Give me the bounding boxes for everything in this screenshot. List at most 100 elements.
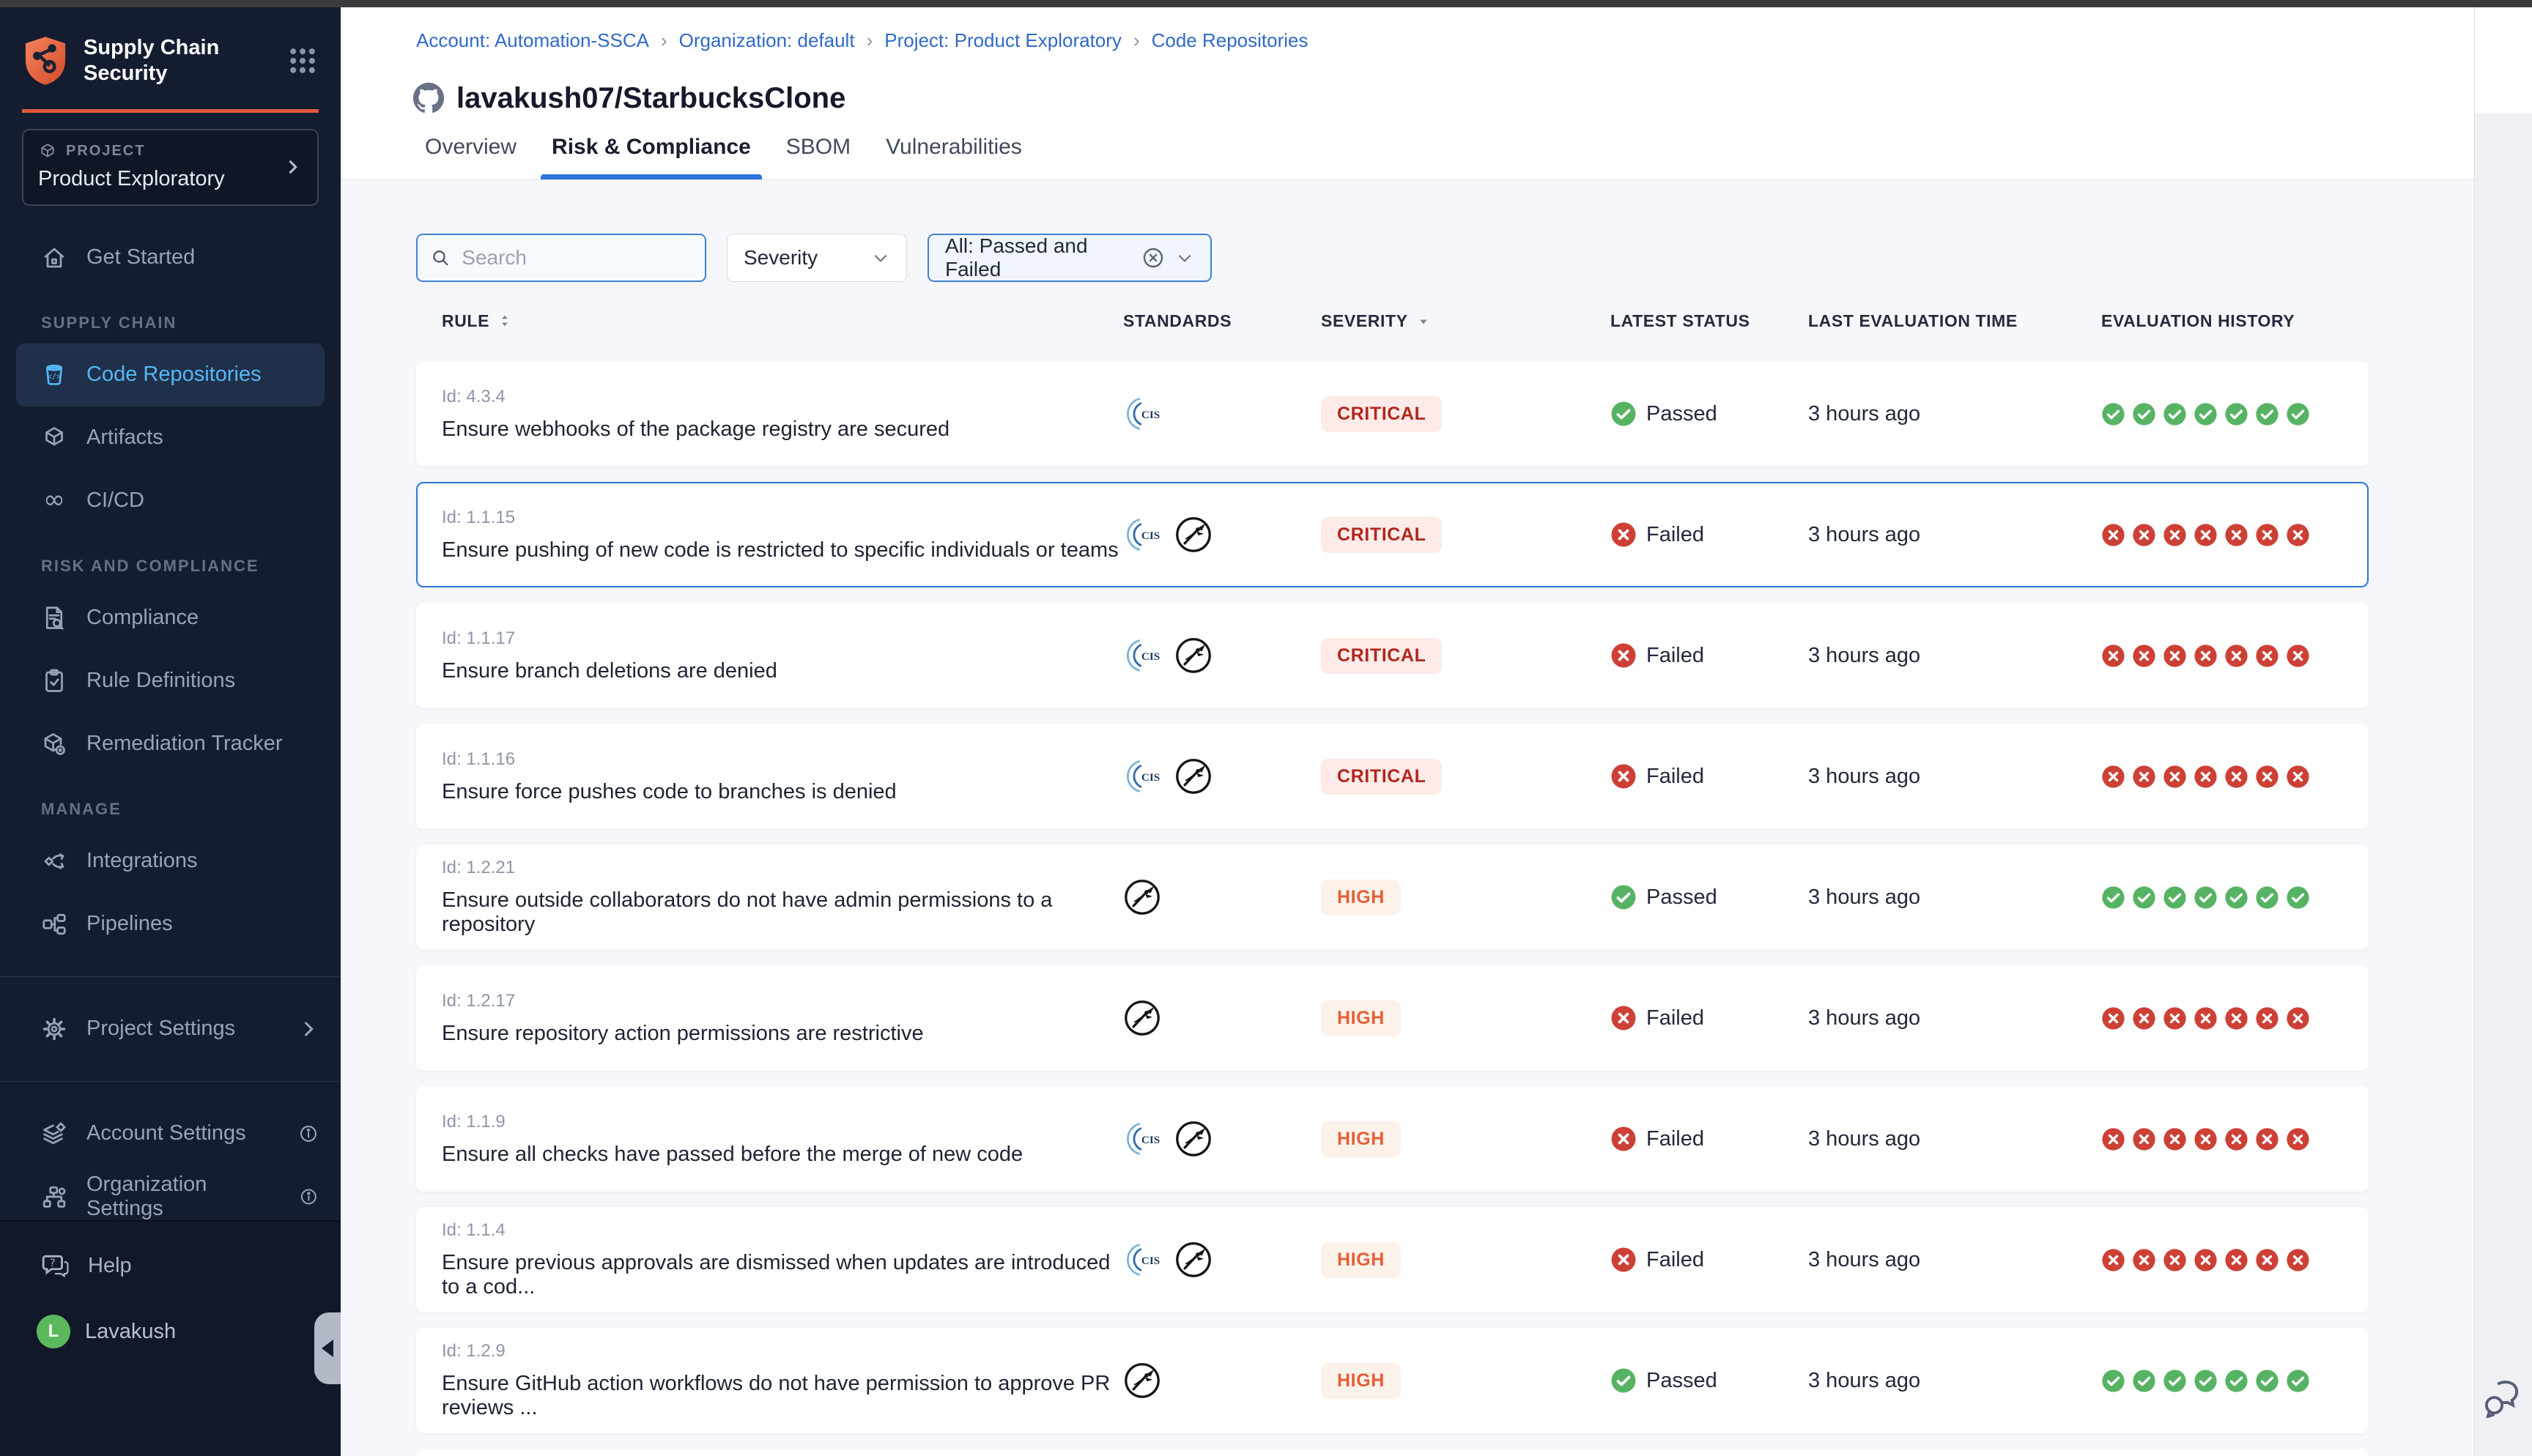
sidebar-item-label: Remediation Tracker — [86, 732, 283, 756]
project-selector[interactable]: PROJECT Product Exploratory — [22, 129, 319, 206]
sidebar-footer: ? Help L Lavakush — [0, 1220, 341, 1456]
rules-table: Id: 4.3.4Ensure webhooks of the package … — [416, 361, 2369, 1456]
tab-risk-compliance[interactable]: Risk & Compliance — [550, 115, 752, 179]
column-header-rule[interactable]: RULE — [442, 311, 1123, 331]
search-input[interactable] — [460, 245, 692, 270]
active-tab-underline — [541, 174, 762, 179]
tab-sbom[interactable]: SBOM — [785, 115, 852, 179]
breadcrumb-link-account-automation-ssca[interactable]: Account: Automation-SSCA — [416, 29, 649, 52]
cis-standard-icon: CIS — [1123, 636, 1161, 675]
status-cell: Failed — [1610, 763, 1808, 790]
tab-vulnerabilities[interactable]: Vulnerabilities — [884, 115, 1023, 179]
breadcrumb-separator: › — [1133, 29, 1140, 52]
table-row[interactable]: Id: 1.1.16Ensure force pushes code to br… — [416, 724, 2369, 829]
table-row[interactable]: Id: 1.2.21Ensure outside collaborators d… — [416, 844, 2369, 950]
svg-text:CIS: CIS — [1141, 1255, 1160, 1267]
sidebar-item-label: Rule Definitions — [86, 669, 235, 693]
rule-id: Id: 1.1.9 — [442, 1112, 1123, 1132]
sidebar-item-compliance[interactable]: Compliance — [0, 587, 341, 650]
table-row[interactable]: Id: 1.1.5CISHIGHFailed3 hours ago — [416, 1449, 2369, 1456]
column-header-last-evaluation-time[interactable]: LAST EVALUATION TIME — [1808, 311, 2101, 331]
table-row[interactable]: Id: 1.2.17Ensure repository action permi… — [416, 965, 2369, 1071]
history-pass-icon — [2255, 1369, 2279, 1393]
status-cell: Passed — [1610, 1367, 1808, 1394]
help-button[interactable]: ? Help — [41, 1244, 341, 1288]
sidebar-item-code-repositories[interactable]: </>Code Repositories — [16, 343, 325, 406]
sidebar-item-organization-settings[interactable]: Organization Settings — [0, 1165, 341, 1228]
history-pass-icon — [2132, 402, 2156, 426]
column-header-evaluation-history[interactable]: EVALUATION HISTORY — [2101, 311, 2448, 331]
evaluation-time: 3 hours ago — [1808, 644, 2101, 668]
table-row[interactable]: Id: 1.1.4Ensure previous approvals are d… — [416, 1207, 2369, 1312]
table-row[interactable]: Id: 4.3.4Ensure webhooks of the package … — [416, 361, 2369, 467]
history-fail-icon — [2132, 523, 2156, 547]
sidebar-item-label: Get Started — [86, 245, 195, 270]
rule-cell: Id: 1.1.17Ensure branch deletions are de… — [442, 628, 1123, 683]
history-fail-icon — [2224, 765, 2248, 789]
history-fail-icon — [2255, 523, 2279, 547]
app-switcher-grid-icon[interactable] — [286, 45, 319, 77]
owasp-standard-icon — [1174, 636, 1213, 675]
tab-overview[interactable]: Overview — [423, 115, 518, 179]
user-menu[interactable]: L Lavakush — [37, 1310, 341, 1353]
sidebar-item-artifacts[interactable]: Artifacts — [0, 406, 341, 469]
sidebar-item-rule-definitions[interactable]: Rule Definitions — [0, 650, 341, 713]
project-label: PROJECT — [66, 143, 145, 160]
sidebar-item-get-started[interactable]: Get Started — [0, 226, 341, 289]
rule-cell: Id: 1.2.17Ensure repository action permi… — [442, 991, 1123, 1046]
severity-badge: CRITICAL — [1321, 517, 1442, 553]
table-row[interactable]: Id: 1.2.9Ensure GitHub action workflows … — [416, 1328, 2369, 1433]
history-fail-icon — [2132, 644, 2156, 668]
history-fail-icon — [2286, 1248, 2310, 1272]
column-header-severity[interactable]: SEVERITY — [1321, 311, 1610, 331]
table-row[interactable]: Id: 1.1.15Ensure pushing of new code is … — [416, 482, 2369, 587]
sidebar-item-project-settings[interactable]: Project Settings — [0, 998, 341, 1061]
table-row[interactable]: Id: 1.1.17Ensure branch deletions are de… — [416, 603, 2369, 708]
box-wrench-icon — [41, 731, 67, 757]
sidebar-item-account-settings[interactable]: Account Settings — [0, 1102, 341, 1165]
status-label: Failed — [1646, 1127, 1704, 1151]
feedback-chat-icon[interactable] — [2482, 1380, 2525, 1418]
sidebar-item-ci-cd[interactable]: ∞CI/CD — [0, 469, 341, 532]
history-fail-icon — [2132, 1127, 2156, 1151]
column-header-latest-status[interactable]: LATEST STATUS — [1610, 311, 1808, 331]
right-gutter — [2474, 7, 2532, 1456]
evaluation-history-cell — [2101, 1248, 2343, 1272]
status-label: Failed — [1646, 523, 1704, 547]
owasp-standard-icon — [1123, 878, 1161, 916]
sidebar-item-integrations[interactable]: Integrations — [0, 830, 341, 893]
evaluation-time: 3 hours ago — [1808, 1127, 2101, 1151]
evaluation-time: 3 hours ago — [1808, 402, 2101, 426]
breadcrumb-link-organization-default[interactable]: Organization: default — [679, 29, 855, 52]
sidebar-item-label: Organization Settings — [86, 1173, 280, 1221]
table-header: RULESTANDARDSSEVERITYLATEST STATUSLAST E… — [416, 308, 2474, 333]
column-header-standards[interactable]: STANDARDS — [1123, 311, 1321, 331]
home-icon — [41, 245, 67, 271]
rule-id: Id: 1.1.16 — [442, 749, 1123, 770]
evaluation-time: 3 hours ago — [1808, 1369, 2101, 1393]
sidebar-item-pipelines[interactable]: Pipelines — [0, 893, 341, 956]
breadcrumb-link-code-repositories[interactable]: Code Repositories — [1152, 29, 1308, 52]
table-row[interactable]: Id: 1.1.9Ensure all checks have passed b… — [416, 1086, 2369, 1192]
breadcrumb-link-project-product-exploratory[interactable]: Project: Product Exploratory — [884, 29, 1122, 52]
infinity-icon: ∞ — [41, 488, 67, 514]
failed-x-icon — [1610, 763, 1637, 790]
status-filter-dropdown[interactable]: All: Passed and Failed — [928, 234, 1212, 282]
status-label: Passed — [1646, 402, 1717, 426]
app-title: Supply Chain Security — [84, 35, 230, 87]
project-name: Product Exploratory — [38, 167, 303, 191]
evaluation-time: 3 hours ago — [1808, 523, 2101, 547]
avatar: L — [37, 1315, 70, 1348]
sidebar-collapse-handle[interactable] — [314, 1312, 341, 1384]
evaluation-history-cell — [2101, 523, 2343, 547]
clear-filter-icon[interactable] — [1141, 246, 1165, 270]
evaluation-history-cell — [2101, 1369, 2343, 1393]
content-area: Severity All: Passed and Failed — [341, 180, 2474, 1456]
sidebar-item-remediation-tracker[interactable]: Remediation Tracker — [0, 713, 341, 776]
severity-dropdown[interactable]: Severity — [727, 234, 907, 282]
history-fail-icon — [2255, 1248, 2279, 1272]
search-box[interactable] — [416, 234, 706, 282]
history-fail-icon — [2101, 1248, 2125, 1272]
history-fail-icon — [2224, 523, 2248, 547]
evaluation-history-cell — [2101, 765, 2343, 789]
